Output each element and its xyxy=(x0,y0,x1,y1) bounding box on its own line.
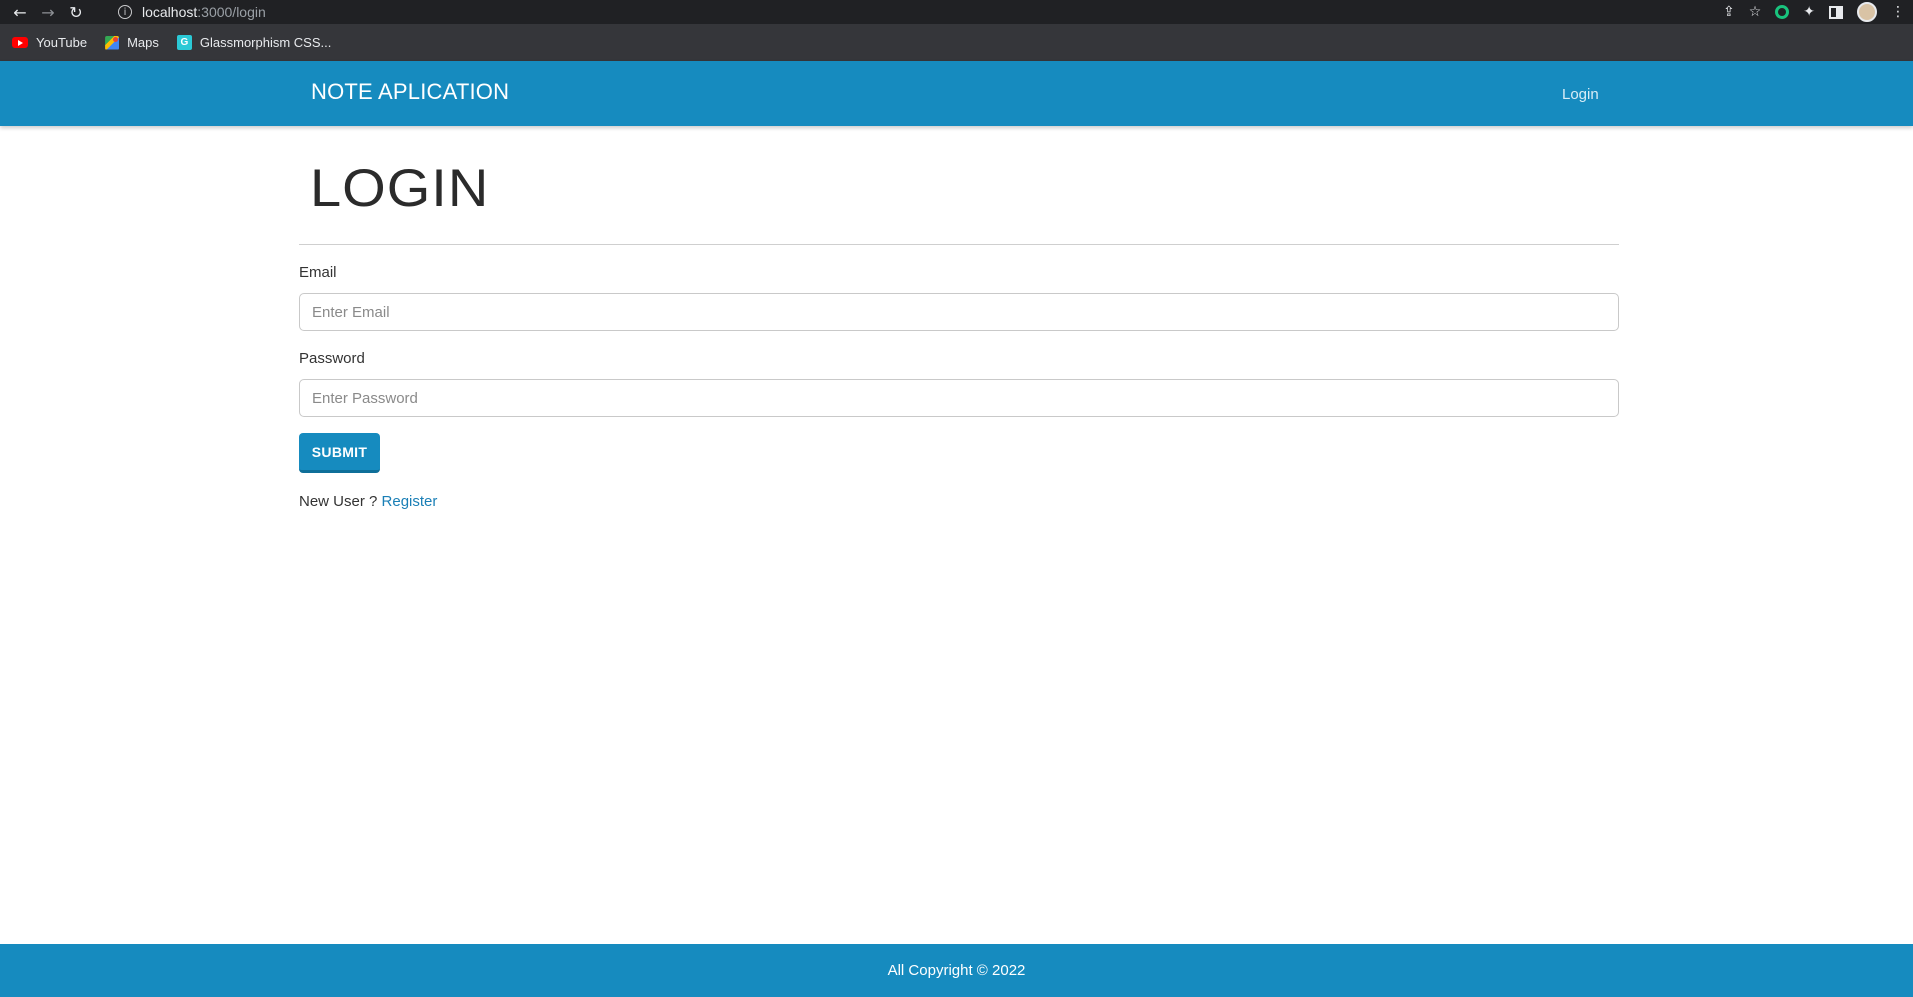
bookmark-label: Glassmorphism CSS... xyxy=(199,35,332,50)
forward-arrow-icon[interactable]: → xyxy=(34,0,62,24)
bookmarks-bar: YouTube Maps G Glassmorphism CSS... xyxy=(0,24,1913,61)
side-panel-icon[interactable] xyxy=(1829,5,1843,19)
title-divider xyxy=(299,244,1619,245)
maps-icon xyxy=(105,35,120,50)
bookmark-youtube[interactable]: YouTube xyxy=(12,35,87,50)
browser-toolbar: ← → ↻ i localhost:3000/login ⇪ ☆ ✦ ⋮ xyxy=(0,0,1913,24)
url-host: localhost xyxy=(142,4,198,20)
nav-login-link[interactable]: Login xyxy=(1562,86,1599,103)
bookmark-label: Maps xyxy=(127,35,159,50)
email-input[interactable] xyxy=(299,293,1619,331)
share-icon[interactable]: ⇪ xyxy=(1723,4,1735,20)
browser-menu-icon[interactable]: ⋮ xyxy=(1891,4,1905,20)
password-label: Password xyxy=(299,350,365,367)
address-bar[interactable]: i localhost:3000/login xyxy=(108,1,1778,23)
app-navbar: NOTE APLICATION Login xyxy=(0,61,1913,126)
bookmark-star-icon[interactable]: ☆ xyxy=(1749,4,1762,20)
profile-avatar[interactable] xyxy=(1857,2,1877,22)
extensions-puzzle-icon[interactable]: ✦ xyxy=(1803,4,1815,20)
bookmark-label: YouTube xyxy=(36,35,88,50)
extension-ring-icon[interactable] xyxy=(1775,5,1790,19)
page-title: LOGIN xyxy=(310,157,490,218)
url-path: :3000/login xyxy=(197,4,266,20)
footer: All Copyright © 2022 xyxy=(0,944,1913,997)
email-label: Email xyxy=(299,264,337,281)
youtube-icon xyxy=(12,37,28,48)
register-link[interactable]: Register xyxy=(382,493,438,510)
password-input[interactable] xyxy=(299,379,1619,417)
bookmark-maps[interactable]: Maps xyxy=(105,35,159,50)
back-arrow-icon[interactable]: ← xyxy=(6,0,34,24)
site-info-icon[interactable]: i xyxy=(118,5,132,19)
brand-title[interactable]: NOTE APLICATION xyxy=(311,79,509,105)
glassmorphism-icon: G xyxy=(176,35,192,50)
reload-icon[interactable]: ↻ xyxy=(62,0,90,24)
footer-copyright: All Copyright © 2022 xyxy=(887,962,1026,979)
new-user-prompt: New User ? Register xyxy=(299,493,437,510)
bookmark-glassmorphism[interactable]: G Glassmorphism CSS... xyxy=(176,35,332,50)
new-user-text: New User ? xyxy=(299,493,378,510)
submit-button[interactable]: SUBMIT xyxy=(299,433,380,473)
browser-actions: ⇪ ☆ ✦ ⋮ xyxy=(1723,0,1905,24)
